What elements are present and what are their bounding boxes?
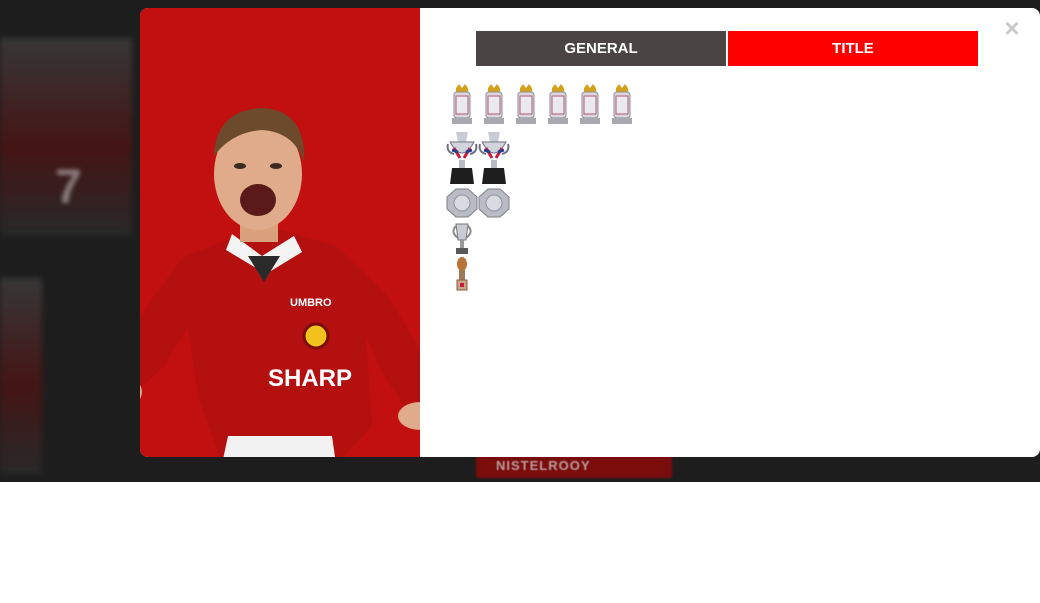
background-shirt-number: 7 [55,161,82,214]
tab-bar: GENERAL TITLE [476,31,978,66]
trophy-row [446,130,510,186]
tab-general[interactable]: GENERAL [476,31,726,66]
trophy-row [446,256,478,292]
fa-cup-trophy-icon [446,130,478,186]
player-photo: UMBRO SHARP [140,108,420,457]
background-name-label: NISTELROOY [496,458,591,473]
champions-league-trophy-icon [446,222,478,256]
trophy-row [446,188,510,218]
premier-league-trophy-icon [574,84,606,126]
premier-league-trophy-icon [446,84,478,126]
club-world-cup-trophy-icon [446,256,478,292]
background-player-card [0,278,42,474]
trophy-row [446,84,638,126]
shirt-sponsor-text: SHARP [268,365,352,392]
player-photo-panel: UMBRO SHARP [140,8,420,457]
tab-title[interactable]: TITLE [728,31,978,66]
fa-cup-trophy-icon [478,130,510,186]
trophy-row [446,222,478,256]
shirt-brand-text: UMBRO [290,297,332,309]
premier-league-trophy-icon [478,84,510,126]
premier-league-trophy-icon [542,84,574,126]
premier-league-trophy-icon [510,84,542,126]
premier-league-trophy-icon [606,84,638,126]
close-button[interactable]: × [1002,15,1022,41]
player-modal: UMBRO SHARP × GENERAL TITLE [140,8,1040,457]
community-shield-icon [478,188,510,218]
community-shield-icon [446,188,478,218]
